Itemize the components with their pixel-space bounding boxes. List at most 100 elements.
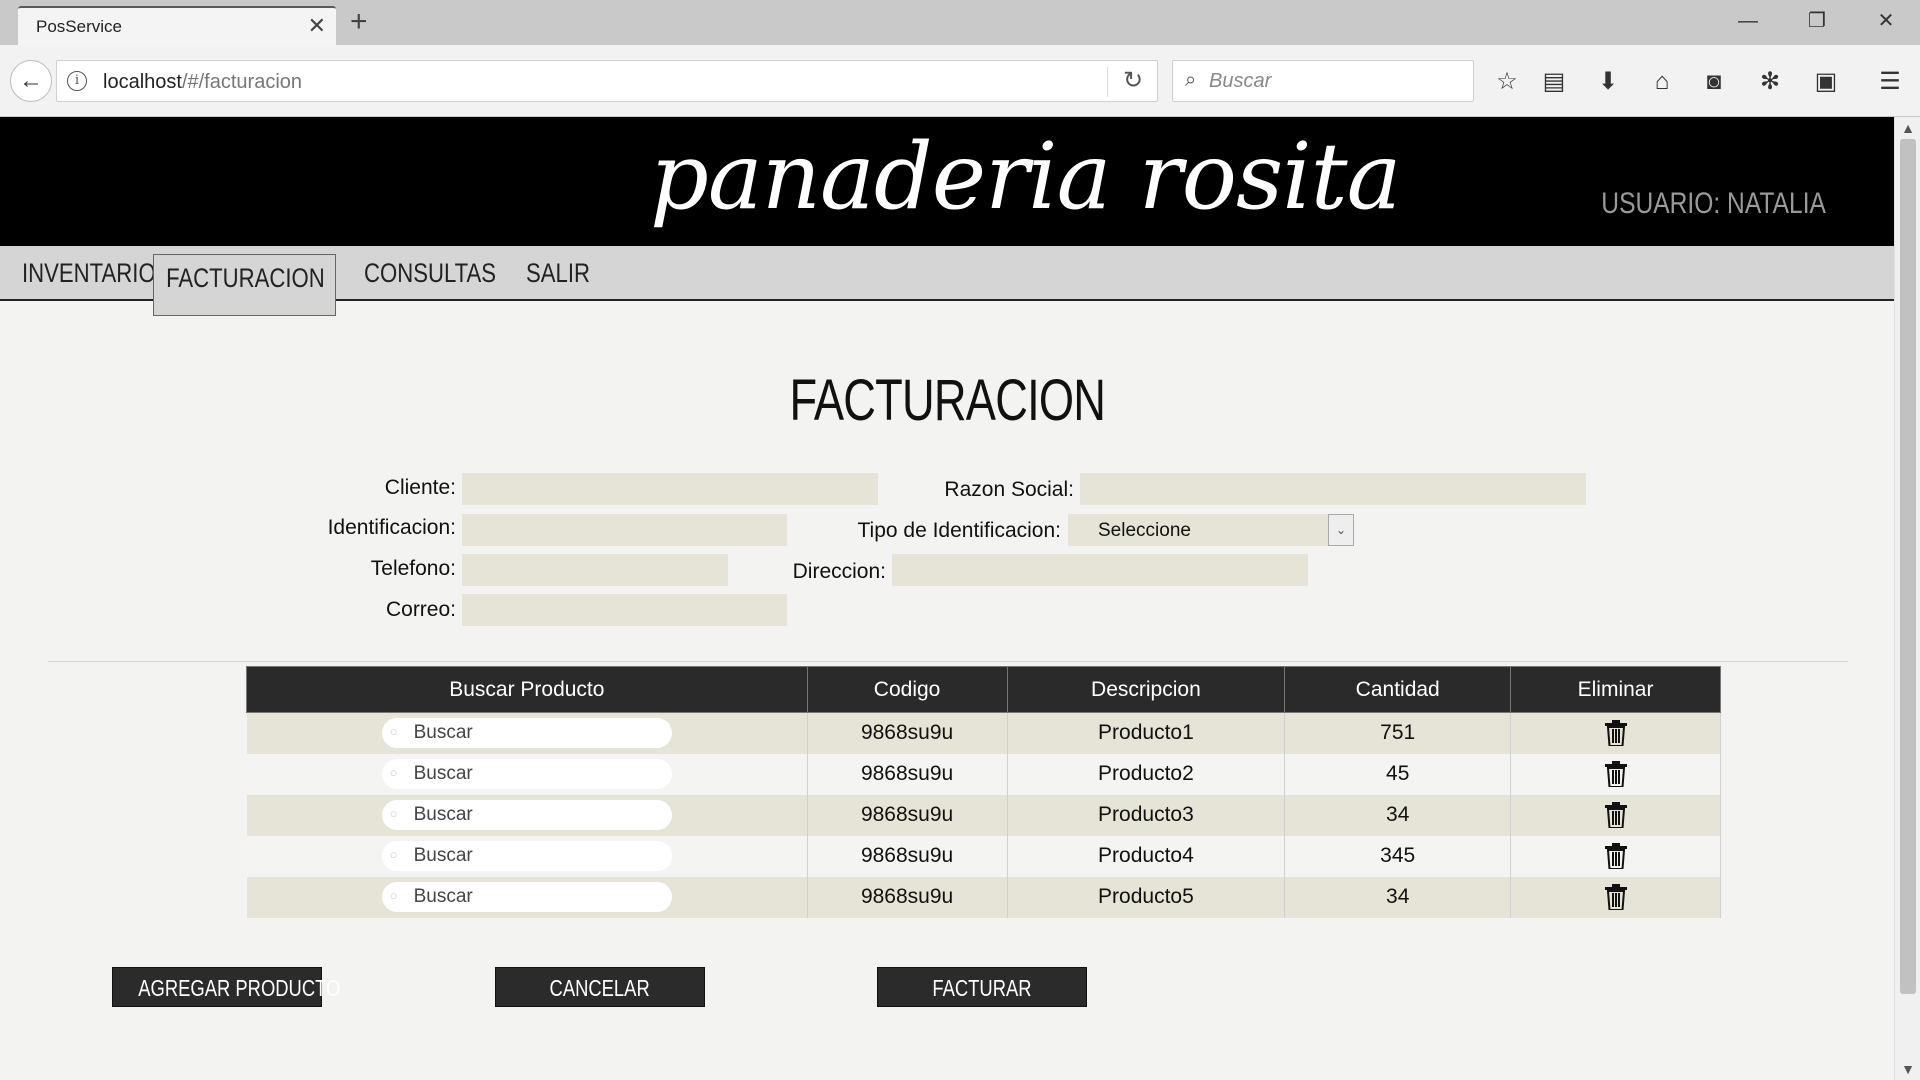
restore-icon[interactable]: ❐: [1797, 6, 1837, 36]
tipo-identificacion-label: Tipo de Identificacion:: [857, 519, 1061, 542]
buscar-cell: ○: [246, 712, 808, 754]
page-scrollbar[interactable]: ▲ ▼: [1894, 117, 1920, 1080]
page-title-text: FACTURACION: [789, 368, 1105, 433]
descripcion-cell: Producto2: [1007, 753, 1286, 795]
window-close-icon[interactable]: ✕: [1866, 6, 1906, 36]
menu-item-salir[interactable]: SALIR: [526, 246, 590, 301]
hamburger-menu-icon[interactable]: ☰: [1873, 65, 1907, 99]
agregar-producto-button[interactable]: AGREGAR PRODUCTO: [112, 967, 340, 1007]
row-search-input[interactable]: [413, 885, 654, 909]
codigo-cell: 9868su9u: [807, 753, 1008, 795]
descripcion-cell: Producto3: [1007, 794, 1286, 836]
header-cantidad: Cantidad: [1284, 666, 1512, 713]
cantidad-cell: 34: [1284, 794, 1512, 836]
facturar-button[interactable]: FACTURAR: [877, 967, 1087, 1007]
chevron-down-icon[interactable]: ⌄: [1328, 514, 1354, 546]
extension-icon[interactable]: ✻: [1753, 65, 1787, 99]
browser-navbar: ← i localhost/#/facturacion ↻ ⌕ ☆ ▤ ⬇ ⌂ …: [0, 45, 1920, 117]
razon-social-input[interactable]: [1080, 473, 1586, 505]
address-bar[interactable]: i localhost/#/facturacion ↻: [56, 60, 1158, 102]
cantidad-cell: 34: [1284, 876, 1512, 918]
identificacion-input[interactable]: [462, 514, 787, 546]
menu-item-inventario[interactable]: INVENTARIO: [22, 246, 156, 301]
row-search-box[interactable]: ○: [381, 759, 672, 789]
facturar-label: FACTURAR: [932, 975, 1032, 1001]
tipo-identificacion-value: Seleccione: [1098, 520, 1191, 541]
url-path: /#/facturacion: [181, 71, 303, 93]
menu-item-consultas[interactable]: CONSULTAS: [364, 246, 496, 301]
row-search-box[interactable]: ○: [381, 718, 672, 749]
reload-icon[interactable]: ↻: [1123, 66, 1143, 95]
close-tab-icon[interactable]: ✕: [308, 15, 326, 37]
tipo-identificacion-select[interactable]: Seleccione ⌄: [1068, 514, 1354, 546]
trash-icon[interactable]: [1604, 761, 1627, 787]
url-text[interactable]: localhost/#/facturacion: [103, 71, 302, 94]
correo-input[interactable]: [462, 594, 787, 626]
trash-icon[interactable]: [1604, 843, 1627, 869]
pocket-icon[interactable]: ◙: [1697, 65, 1731, 99]
home-icon[interactable]: ⌂: [1645, 65, 1679, 99]
browser-tab-bar: PosService ✕ + — ❐ ✕: [0, 0, 1920, 46]
trash-icon[interactable]: [1604, 884, 1627, 910]
search-icon: ○: [389, 724, 398, 740]
browser-search-bar[interactable]: ⌕: [1172, 60, 1474, 102]
correo-label: Correo:: [385, 598, 456, 621]
cancelar-label: CANCELAR: [549, 975, 651, 1001]
trash-icon[interactable]: [1604, 720, 1627, 747]
buscar-cell: ○: [246, 753, 808, 795]
reading-list-icon[interactable]: ▤: [1537, 65, 1571, 99]
browser-tab[interactable]: PosService ✕: [18, 6, 336, 46]
descripcion-cell: Producto4: [1007, 835, 1286, 877]
telefono-label: Telefono:: [370, 557, 456, 580]
descripcion-cell: Producto1: [1007, 712, 1286, 754]
table-row: ○ 9868su9u Producto2 45: [246, 753, 1721, 795]
site-logo: panaderia rosita: [650, 123, 1402, 230]
eliminar-cell: [1510, 753, 1721, 795]
codigo-cell: 9868su9u: [807, 712, 1008, 754]
cliente-input[interactable]: [462, 473, 878, 505]
codigo-cell: 9868su9u: [807, 876, 1008, 918]
row-search-box[interactable]: ○: [381, 882, 672, 912]
download-icon[interactable]: ⬇: [1591, 65, 1625, 99]
buscar-cell: ○: [246, 794, 808, 836]
cliente-label: Cliente:: [384, 476, 456, 499]
products-table: Buscar Producto Codigo Descripcion Canti…: [246, 666, 1721, 918]
user-label: USUARIO: NATALIA: [1601, 187, 1826, 220]
direccion-label: Direccion:: [792, 560, 886, 583]
search-icon: ○: [389, 806, 398, 821]
browser-search-input[interactable]: [1209, 67, 1459, 95]
telefono-input[interactable]: [462, 554, 728, 586]
buscar-cell: ○: [246, 876, 808, 918]
direccion-input[interactable]: [892, 554, 1308, 586]
trash-icon[interactable]: [1604, 802, 1627, 828]
row-search-input[interactable]: [413, 762, 654, 786]
url-separator: [1107, 67, 1108, 97]
row-search-box[interactable]: ○: [381, 841, 672, 871]
menu-item-facturacion[interactable]: FACTURACION: [153, 254, 336, 316]
row-search-box[interactable]: ○: [381, 800, 672, 830]
codigo-cell: 9868su9u: [807, 794, 1008, 836]
new-tab-icon[interactable]: +: [350, 6, 368, 38]
scroll-down-arrow-icon[interactable]: ▼: [1895, 1058, 1920, 1080]
search-icon: ○: [389, 847, 398, 862]
table-row: ○ 9868su9u Producto4 345: [246, 835, 1721, 877]
row-search-input[interactable]: [413, 803, 654, 827]
identificacion-label: Identificacion:: [327, 516, 456, 539]
table-row: ○ 9868su9u Producto5 34: [246, 876, 1721, 918]
scroll-up-arrow-icon[interactable]: ▲: [1895, 117, 1920, 139]
bookmark-star-icon[interactable]: ☆: [1490, 65, 1524, 99]
screenshot-icon[interactable]: ▣: [1809, 65, 1843, 99]
minimize-icon[interactable]: —: [1728, 6, 1768, 36]
main-menu: INVENTARIO FACTURACION CONSULTAS SALIR: [0, 246, 1894, 316]
info-icon[interactable]: i: [67, 71, 87, 91]
table-row: ○ 9868su9u Producto1 751: [246, 712, 1721, 754]
back-arrow-icon[interactable]: ←: [10, 60, 52, 102]
codigo-cell: 9868su9u: [807, 835, 1008, 877]
agregar-producto-label: AGREGAR PRODUCTO: [138, 975, 341, 1001]
scrollbar-thumb[interactable]: [1900, 139, 1916, 994]
eliminar-cell: [1510, 876, 1721, 918]
row-search-input[interactable]: [413, 844, 654, 868]
header-codigo: Codigo: [806, 666, 1008, 713]
cancelar-button[interactable]: CANCELAR: [495, 967, 705, 1007]
row-search-input[interactable]: [413, 721, 654, 746]
